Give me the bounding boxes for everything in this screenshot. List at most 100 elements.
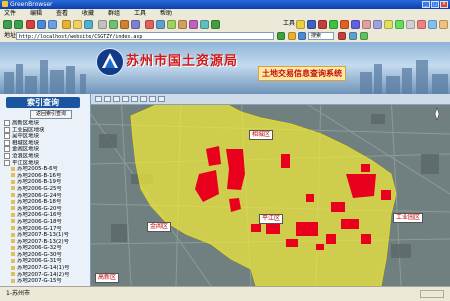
folder-icon[interactable] bbox=[11, 206, 15, 211]
folder-icon[interactable] bbox=[11, 232, 15, 237]
folder-icon[interactable] bbox=[11, 212, 15, 217]
mail-icon[interactable] bbox=[109, 20, 118, 29]
tree-parcel-item[interactable]: 苏地2007-G-15号 bbox=[4, 278, 90, 285]
expand-icon[interactable] bbox=[4, 152, 10, 159]
folder-icon[interactable] bbox=[11, 239, 15, 244]
tree-group-item[interactable]: 金阊区地块 bbox=[4, 146, 90, 153]
fullscreen-icon[interactable] bbox=[428, 20, 437, 29]
folder-icon[interactable] bbox=[11, 186, 15, 191]
folder-icon[interactable] bbox=[11, 173, 15, 178]
tree-group-item[interactable]: 吴中区地块 bbox=[4, 133, 90, 140]
refresh-icon[interactable] bbox=[37, 20, 46, 29]
tree-group-item[interactable]: 工业园区地块 bbox=[4, 126, 90, 134]
image-icon[interactable] bbox=[329, 20, 338, 29]
folder-icon[interactable] bbox=[11, 179, 15, 184]
find-icon[interactable] bbox=[360, 32, 368, 40]
tree-group-item[interactable]: 沧浪区地块 bbox=[4, 152, 90, 160]
tree-parcel-item[interactable]: 苏地2005-B-6号 bbox=[4, 166, 90, 173]
return-index-button[interactable]: 返回索引查询 bbox=[30, 110, 72, 119]
search-icon[interactable] bbox=[62, 20, 71, 29]
tree-parcel-item[interactable]: 苏地2006-G-24号 bbox=[4, 193, 90, 200]
proxy-icon[interactable] bbox=[362, 20, 371, 29]
format-icon[interactable] bbox=[307, 20, 316, 29]
folder-icon[interactable] bbox=[11, 252, 15, 257]
expand-icon[interactable] bbox=[4, 120, 10, 126]
tree-parcel-item[interactable]: 苏地2006-G-25号 bbox=[4, 186, 90, 193]
search-engine-select[interactable]: 搜索 bbox=[308, 32, 334, 40]
tree-parcel-item[interactable]: 苏地2006-G-18号 bbox=[4, 219, 90, 226]
home-icon[interactable] bbox=[48, 20, 57, 29]
save-icon[interactable] bbox=[178, 20, 187, 29]
menu-edit[interactable]: 编辑 bbox=[30, 9, 42, 18]
expand-icon[interactable] bbox=[4, 146, 10, 153]
tree-parcel-item[interactable]: 苏地2007-B-13(1)号 bbox=[4, 232, 90, 239]
map-identify-icon[interactable] bbox=[131, 96, 138, 102]
map-pan-icon[interactable] bbox=[113, 96, 120, 102]
menu-group[interactable]: 群组 bbox=[108, 9, 120, 18]
menu-tools[interactable]: 工具 bbox=[134, 9, 146, 18]
folder-icon[interactable] bbox=[11, 245, 15, 250]
map-zoom-out-icon[interactable] bbox=[104, 96, 111, 102]
map-refresh-icon[interactable] bbox=[149, 96, 156, 102]
address-input[interactable]: http://localhost/website/CSGTZY/index.as… bbox=[16, 32, 274, 40]
print-icon[interactable] bbox=[98, 20, 107, 29]
map-view[interactable]: 相城区 金阊区 平江区 工业园区 高新区 bbox=[91, 94, 450, 286]
menu-help[interactable]: 帮助 bbox=[160, 9, 172, 18]
tree-parcel-item[interactable]: 苏地2006-B-19号 bbox=[4, 179, 90, 186]
tree-parcel-item[interactable]: 苏地2006-G-30号 bbox=[4, 252, 90, 259]
folder-icon[interactable] bbox=[11, 272, 15, 277]
translate-icon[interactable] bbox=[211, 20, 220, 29]
menu-favorites[interactable]: 收藏 bbox=[82, 9, 94, 18]
maximize-button[interactable]: □ bbox=[431, 1, 439, 8]
popup-icon[interactable] bbox=[318, 20, 327, 29]
tree-parcel-item[interactable]: 苏地2006-G-32号 bbox=[4, 245, 90, 252]
tree-parcel-item[interactable]: 苏地2007-B-13(2)号 bbox=[4, 239, 90, 246]
video-icon[interactable] bbox=[351, 20, 360, 29]
zoom-icon[interactable] bbox=[200, 20, 209, 29]
lock-icon[interactable] bbox=[384, 20, 393, 29]
tree-parcel-item[interactable]: 苏地2006-G-20号 bbox=[4, 206, 90, 213]
window-icon[interactable] bbox=[131, 20, 140, 29]
tree-parcel-item[interactable]: 苏地2006-G-16号 bbox=[4, 212, 90, 219]
folder-icon[interactable] bbox=[11, 166, 15, 171]
map-zoom-in-icon[interactable] bbox=[95, 96, 102, 102]
music-icon[interactable] bbox=[340, 20, 349, 29]
script-icon[interactable] bbox=[395, 20, 404, 29]
tree-group-item[interactable]: 相城区地块 bbox=[4, 139, 90, 147]
close-button[interactable]: × bbox=[440, 1, 448, 8]
tools-icon[interactable] bbox=[189, 20, 198, 29]
map-print-icon[interactable] bbox=[158, 96, 165, 102]
menu-file[interactable]: 文件 bbox=[4, 9, 16, 18]
search-go-icon[interactable] bbox=[338, 32, 346, 40]
forward-icon[interactable] bbox=[14, 20, 23, 29]
tree-group-item[interactable]: 平江区地块 bbox=[4, 159, 90, 167]
map-measure-icon[interactable] bbox=[140, 96, 147, 102]
favorites-icon[interactable] bbox=[73, 20, 82, 29]
back-icon[interactable] bbox=[3, 20, 12, 29]
edit-icon[interactable] bbox=[120, 20, 129, 29]
more-icon[interactable] bbox=[439, 20, 448, 29]
toolbar-tools-label[interactable]: 工具 bbox=[283, 18, 295, 30]
group-icon[interactable] bbox=[156, 20, 165, 29]
folder-icon[interactable] bbox=[11, 199, 15, 204]
folder-icon[interactable] bbox=[11, 265, 15, 270]
tree-parcel-item[interactable]: 苏地2007-G-14(2)号 bbox=[4, 272, 90, 279]
minimize-button[interactable]: _ bbox=[422, 1, 430, 8]
menu-view[interactable]: 查看 bbox=[56, 9, 68, 18]
go-icon[interactable] bbox=[277, 32, 285, 40]
clean-icon[interactable] bbox=[373, 20, 382, 29]
block-icon[interactable] bbox=[145, 20, 154, 29]
search-engine-icon[interactable] bbox=[288, 32, 296, 40]
stop-icon[interactable] bbox=[26, 20, 35, 29]
history-icon[interactable] bbox=[84, 20, 93, 29]
folder-icon[interactable] bbox=[11, 258, 15, 263]
tree-parcel-item[interactable]: 苏地2006-G-31号 bbox=[4, 258, 90, 265]
tree-parcel-item[interactable]: 苏地2006-B-16号 bbox=[4, 173, 90, 180]
tree-group-item[interactable]: 高新区地块 bbox=[4, 120, 90, 127]
tree-parcel-item[interactable]: 苏地2007-G-14(1)号 bbox=[4, 265, 90, 272]
folder-icon[interactable] bbox=[11, 226, 15, 230]
new-tab-icon[interactable] bbox=[167, 20, 176, 29]
highlight-icon[interactable] bbox=[349, 32, 357, 40]
settings-icon[interactable] bbox=[406, 20, 415, 29]
tree-parcel-item[interactable]: 苏地2006-G-17号 bbox=[4, 226, 90, 233]
